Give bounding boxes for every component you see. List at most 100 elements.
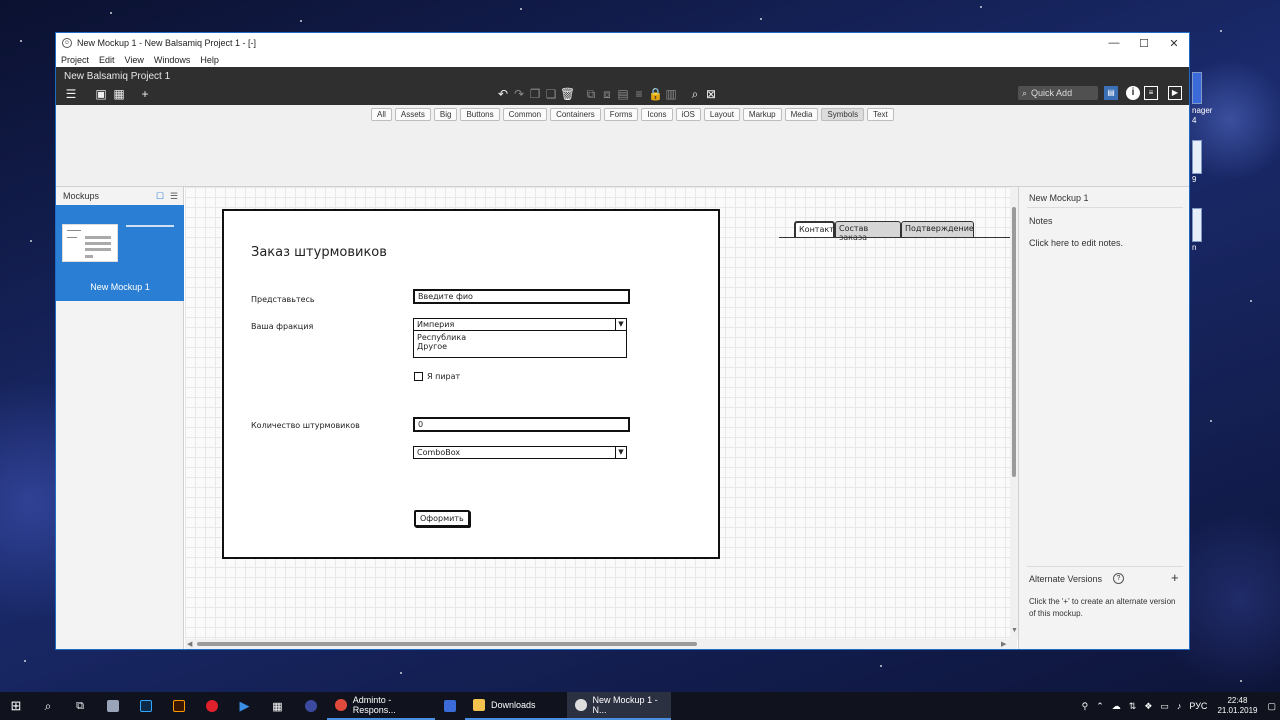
trash-icon[interactable]: ▥ [664,87,678,101]
group-icon[interactable]: ⧉ [584,87,598,101]
ungroup-icon[interactable]: ⧈ [600,87,614,101]
faction-combobox[interactable]: Империя ▼ [413,318,627,331]
taskbar-task-explorer[interactable]: Downloads [465,692,567,720]
chevron-up-icon[interactable]: ⌃ [1096,701,1104,712]
undo-icon[interactable]: ↶ [496,87,510,101]
delete-icon[interactable]: 🗑 [560,87,575,101]
menu-help[interactable]: Help [200,55,219,65]
submit-button[interactable]: Оформить [414,510,470,527]
start-button[interactable]: ⊞ [0,692,32,720]
opera-icon[interactable] [195,692,228,720]
library-tab-assets[interactable]: Assets [394,108,431,121]
mockup-browser-frame[interactable]: Заказ штурмовиков Представьтесь Введите … [222,209,720,559]
taskbar-task-balsamiq[interactable]: New Mockup 1 - N... [567,692,671,720]
illustrator-icon[interactable] [162,692,195,720]
library-tab-text[interactable]: Text [867,108,894,121]
lock-icon[interactable]: 🔒 [648,87,663,101]
library-tab-layout[interactable]: Layout [703,108,740,121]
tab-contact[interactable]: Контакт [794,221,835,238]
mockup-canvas[interactable]: Заказ штурмовиков Представьтесь Введите … [185,187,1017,639]
library-tab-media[interactable]: Media [784,108,819,121]
title-bar[interactable]: ☺ New Mockup 1 - New Balsamiq Project 1 … [56,33,1189,53]
mockup-thumbnail-card[interactable]: New Mockup 1 [56,205,184,301]
scroll-right-arrow-icon[interactable]: ▶ [1001,640,1006,648]
media-player-icon[interactable]: ▶ [228,692,261,720]
language-indicator[interactable]: РУС [1189,701,1207,711]
photoshop-icon[interactable] [129,692,162,720]
list-view-icon[interactable]: ☰ [170,191,178,202]
presentation-icon[interactable]: ▶ [1168,86,1182,100]
task-view-icon[interactable]: ⧉ [64,692,96,720]
horizontal-scroll-thumb[interactable] [197,642,697,646]
clock[interactable]: 22:48 21.01.2019 [1217,696,1257,716]
vertical-scroll-thumb[interactable] [1012,207,1016,477]
library-tab-all[interactable]: All [371,108,392,121]
network-icon[interactable]: ⇅ [1129,701,1137,712]
redo-icon[interactable]: ↷ [512,87,526,101]
app-pin-icon[interactable] [435,692,465,720]
faction-option[interactable]: Другое [417,342,623,351]
library-tab-common[interactable]: Common [502,108,548,121]
dropbox-icon[interactable]: ❖ [1144,701,1152,712]
minimize-button[interactable]: — [1099,33,1129,53]
chevron-down-icon[interactable]: ▼ [615,447,626,458]
notes-panel-icon[interactable]: ≡ [1144,86,1158,100]
canvas-horizontal-scrollbar[interactable]: ◀ ▶ [185,639,1017,649]
help-icon[interactable]: ? [1113,573,1124,584]
pirate-checkbox[interactable] [414,372,423,381]
maximize-button[interactable]: ☐ [1129,33,1159,53]
tab-confirmation[interactable]: Подтверждение [901,221,974,237]
library-tab-symbols[interactable]: Symbols [821,108,865,121]
add-alternate-version-button[interactable]: + [1171,570,1179,585]
count-input[interactable]: 0 [413,417,630,432]
library-tab-big[interactable]: Big [433,108,458,121]
name-input[interactable]: Введите фио [413,289,630,304]
app-pin-icon[interactable] [96,692,129,720]
scroll-down-arrow-icon[interactable]: ▼ [1011,627,1018,634]
close-button[interactable]: ✕ [1159,33,1189,53]
grid-view-icon[interactable]: ▦ [112,87,126,101]
add-mockup-icon[interactable]: + [138,87,152,101]
menu-view[interactable]: View [125,55,144,65]
desktop-icon[interactable] [1192,140,1202,174]
battery-icon[interactable]: ▭ [1160,701,1169,712]
library-tab-markup[interactable]: Markup [742,108,782,121]
quick-add-field[interactable]: ⌕ Quick Add [1018,86,1098,100]
faction-option[interactable]: Республика [417,333,623,342]
library-tab-buttons[interactable]: Buttons [460,108,500,121]
people-icon[interactable]: ⚲ [1082,701,1089,712]
library-tab-ios[interactable]: iOS [675,108,701,121]
taskbar-task-chrome[interactable]: Adminto - Respons... [327,692,435,720]
thumbnail-view-icon[interactable]: ☐ [156,191,164,202]
cloud-icon[interactable]: ☁ [1112,701,1121,712]
desktop-icon[interactable] [1192,72,1202,104]
menu-project[interactable]: Project [61,55,89,65]
library-tab-forms[interactable]: Forms [603,108,639,121]
single-view-icon[interactable]: ▣ [94,87,108,101]
canvas-vertical-scrollbar[interactable]: ▼ [1010,187,1018,639]
info-icon[interactable]: i [1126,86,1140,100]
align-icon[interactable]: ≡ [632,87,646,101]
properties-panel-icon[interactable]: ▤ [1104,86,1118,100]
generic-combobox[interactable]: ComboBox ▼ [413,446,627,459]
menu-edit[interactable]: Edit [99,55,115,65]
tab-order-contents[interactable]: Состав заказа [835,221,901,242]
bring-front-icon[interactable]: ▤ [616,87,630,101]
hamburger-menu-icon[interactable]: ☰ [64,87,78,101]
fullscreen-icon[interactable]: ⊠ [704,87,718,101]
calculator-icon[interactable]: ▦ [261,692,294,720]
chevron-down-icon[interactable]: ▼ [615,319,626,330]
volume-icon[interactable]: ♪ [1177,701,1182,711]
copy-icon[interactable]: ❐ [528,87,542,101]
search-icon[interactable]: ⌕ [688,87,702,101]
search-icon[interactable]: ⌕ [32,692,64,720]
scroll-left-arrow-icon[interactable]: ◀ [187,640,192,648]
app-pin-icon[interactable] [294,692,327,720]
library-tab-containers[interactable]: Containers [550,108,601,121]
notes-edit-link[interactable]: Click here to edit notes. [1029,238,1123,248]
paste-icon[interactable]: ❏ [544,87,558,101]
library-tab-icons[interactable]: Icons [641,108,673,121]
menu-windows[interactable]: Windows [154,55,191,65]
desktop-icon[interactable] [1192,208,1202,242]
notifications-icon[interactable]: ▢ [1267,701,1276,712]
